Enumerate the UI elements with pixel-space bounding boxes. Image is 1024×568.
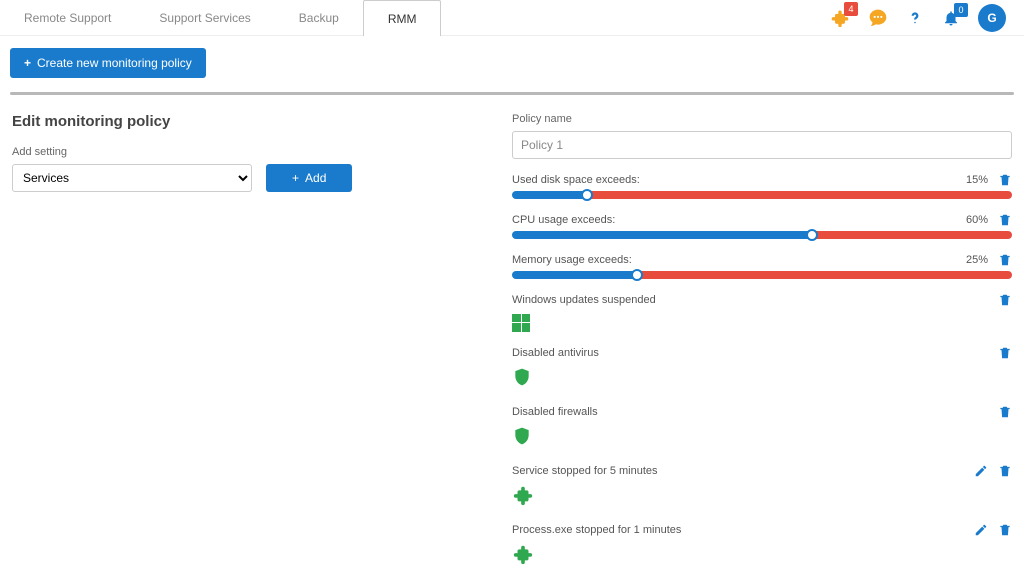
setting-row: Windows updates suspended <box>512 293 1012 332</box>
setting-value: 15% <box>966 174 988 186</box>
nav-tab[interactable]: RMM <box>363 0 442 36</box>
windows-icon <box>512 314 530 332</box>
top-navigation: Remote SupportSupport ServicesBackupRMM … <box>0 0 1024 36</box>
setting-label: Windows updates suspended <box>512 294 656 306</box>
delete-icon[interactable] <box>998 173 1012 187</box>
top-right-icons: 4 0 G <box>830 4 1024 32</box>
delete-icon[interactable] <box>998 405 1012 419</box>
user-avatar[interactable]: G <box>978 4 1006 32</box>
chat-icon[interactable] <box>868 8 888 28</box>
delete-icon[interactable] <box>998 293 1012 307</box>
create-policy-label: Create new monitoring policy <box>37 56 192 70</box>
right-column: Policy name Used disk space exceeds: 15% C… <box>512 113 1012 568</box>
edit-icon[interactable] <box>974 523 988 537</box>
setting-row: Service stopped for 5 minutes <box>512 464 1012 509</box>
shield-icon <box>512 366 532 388</box>
delete-icon[interactable] <box>998 346 1012 360</box>
notifications-badge: 0 <box>954 3 968 17</box>
create-policy-button[interactable]: + Create new monitoring policy <box>10 48 206 78</box>
setting-value: 60% <box>966 214 988 226</box>
left-column: Edit monitoring policy Add setting Servi… <box>12 113 492 568</box>
add-button[interactable]: + Add <box>266 164 352 192</box>
help-icon[interactable] <box>906 9 924 27</box>
settings-list: Used disk space exceeds: 15% CPU usage exc… <box>512 173 1012 568</box>
action-bar: + Create new monitoring policy <box>0 36 1024 92</box>
page-title: Edit monitoring policy <box>12 113 492 130</box>
setting-row: Disabled firewalls <box>512 405 1012 450</box>
add-button-label: Add <box>305 171 326 185</box>
main-content: Edit monitoring policy Add setting Servi… <box>0 95 1024 568</box>
setting-label: Process.exe stopped for 1 minutes <box>512 524 681 536</box>
avatar-letter: G <box>987 11 996 25</box>
policy-name-label: Policy name <box>512 113 1012 125</box>
edit-icon[interactable] <box>974 464 988 478</box>
slider-thumb[interactable] <box>581 189 593 201</box>
add-setting-select[interactable]: Services <box>12 164 252 192</box>
slider-thumb[interactable] <box>806 229 818 241</box>
delete-icon[interactable] <box>998 464 1012 478</box>
setting-label: Disabled antivirus <box>512 347 599 359</box>
puzzle-icon <box>512 484 534 506</box>
setting-label: CPU usage exceeds: <box>512 214 615 226</box>
extensions-icon[interactable]: 4 <box>830 8 850 28</box>
delete-icon[interactable] <box>998 213 1012 227</box>
delete-icon[interactable] <box>998 253 1012 267</box>
shield-icon <box>512 425 532 447</box>
slider-thumb[interactable] <box>631 269 643 281</box>
setting-row: CPU usage exceeds: 60% <box>512 213 1012 239</box>
delete-icon[interactable] <box>998 523 1012 537</box>
nav-tabs: Remote SupportSupport ServicesBackupRMM <box>0 0 441 36</box>
add-setting-label: Add setting <box>12 146 492 158</box>
setting-row: Disabled antivirus <box>512 346 1012 391</box>
policy-name-input[interactable] <box>512 131 1012 159</box>
setting-label: Used disk space exceeds: <box>512 174 640 186</box>
plus-icon: + <box>292 171 299 185</box>
setting-row: Memory usage exceeds: 25% <box>512 253 1012 279</box>
notifications-icon[interactable]: 0 <box>942 9 960 27</box>
nav-tab[interactable]: Support Services <box>135 0 274 36</box>
nav-tab[interactable]: Remote Support <box>0 0 135 36</box>
plus-icon: + <box>24 56 31 70</box>
nav-tab[interactable]: Backup <box>275 0 363 36</box>
threshold-slider[interactable] <box>512 231 1012 239</box>
threshold-slider[interactable] <box>512 191 1012 199</box>
section-divider <box>10 92 1014 95</box>
extensions-badge: 4 <box>844 2 858 16</box>
puzzle-icon <box>512 543 534 565</box>
setting-value: 25% <box>966 254 988 266</box>
setting-row: Process.exe stopped for 1 minutes <box>512 523 1012 568</box>
setting-label: Disabled firewalls <box>512 406 598 418</box>
setting-label: Service stopped for 5 minutes <box>512 465 658 477</box>
threshold-slider[interactable] <box>512 271 1012 279</box>
setting-row: Used disk space exceeds: 15% <box>512 173 1012 199</box>
setting-label: Memory usage exceeds: <box>512 254 632 266</box>
